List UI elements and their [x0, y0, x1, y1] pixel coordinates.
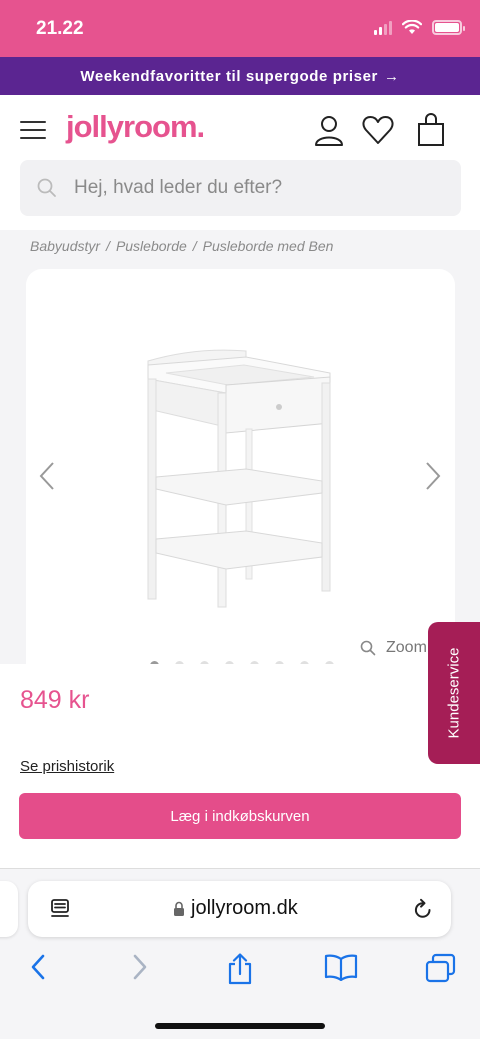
heart-icon[interactable] — [361, 113, 395, 147]
customer-service-label: Kundeservice — [445, 647, 463, 739]
chevron-left-icon[interactable] — [38, 461, 56, 491]
tabs-icon[interactable] — [425, 953, 457, 983]
battery-icon — [432, 20, 465, 35]
zoom-button[interactable]: Zoom — [360, 639, 427, 657]
home-indicator — [155, 1023, 325, 1029]
add-to-cart-button[interactable]: Læg i indkøbskurven — [19, 793, 461, 839]
logo[interactable]: jollyroom. — [66, 109, 205, 145]
promo-banner[interactable]: Weekendfavoritter til supergode priser → — [0, 57, 480, 95]
search-bar[interactable] — [20, 160, 461, 216]
reader-icon[interactable] — [50, 898, 72, 920]
status-time: 21.22 — [36, 18, 84, 39]
previous-tab[interactable] — [0, 881, 18, 937]
search-icon — [37, 178, 56, 197]
breadcrumb: Babyudstyr / Pusleborde / Pusleborde med B… — [30, 238, 334, 254]
status-bar: 21.22 — [0, 0, 480, 57]
lock-icon — [174, 901, 184, 916]
back-icon[interactable] — [28, 953, 48, 981]
url-display[interactable]: jollyroom.dk — [173, 897, 298, 920]
zoom-icon — [360, 640, 376, 656]
product-gallery[interactable]: Zoom — [26, 269, 455, 679]
breadcrumb-item[interactable]: Babyudstyr — [30, 238, 100, 254]
status-icons — [374, 20, 465, 35]
breadcrumb-item[interactable]: Pusleborde — [116, 238, 187, 254]
account-icon[interactable] — [312, 113, 346, 147]
zoom-label: Zoom — [386, 639, 427, 656]
customer-service-tab[interactable]: Kundeservice — [428, 622, 480, 764]
forward-icon[interactable] — [130, 953, 150, 981]
arrow-right-icon: → — [384, 67, 400, 85]
reload-icon[interactable] — [413, 898, 433, 920]
product-price: 849 kr — [20, 686, 90, 714]
breadcrumb-item[interactable]: Pusleborde med Ben — [203, 238, 334, 254]
wifi-icon — [402, 20, 422, 34]
search-input[interactable] — [74, 174, 444, 202]
product-image[interactable] — [136, 343, 346, 613]
address-bar[interactable]: jollyroom.dk — [28, 881, 451, 937]
bookmarks-icon[interactable] — [324, 953, 358, 981]
menu-icon[interactable] — [20, 121, 46, 139]
product-info: 849 kr Se prishistorik Læg i indkøbskurv… — [0, 664, 480, 868]
signal-icon — [374, 20, 392, 35]
price-history-link[interactable]: Se prishistorik — [20, 758, 114, 775]
chevron-right-icon[interactable] — [424, 461, 442, 491]
browser-toolbar: jollyroom.dk — [0, 868, 480, 1039]
site-header: jollyroom. — [0, 95, 480, 230]
shopping-bag-icon[interactable] — [414, 113, 448, 147]
promo-text: Weekendfavoritter til supergode priser — [80, 67, 378, 85]
share-icon[interactable] — [226, 953, 254, 985]
url-text: jollyroom.dk — [191, 897, 298, 919]
